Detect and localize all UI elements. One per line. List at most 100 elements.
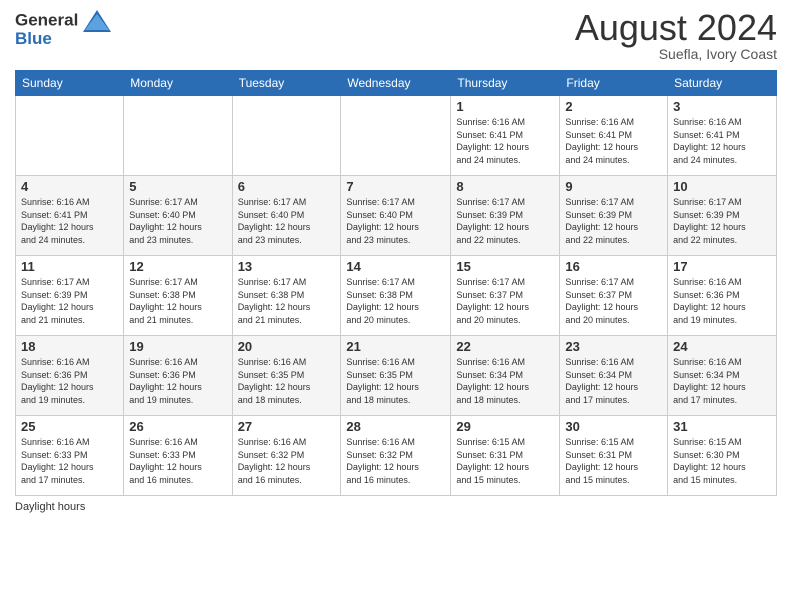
calendar-cell: 2 Sunrise: 6:16 AM Sunset: 6:41 PM Daylig… — [560, 96, 668, 176]
calendar-cell — [124, 96, 232, 176]
calendar-cell: 10Sunrise: 6:17 AM Sunset: 6:39 PM Dayli… — [668, 176, 777, 256]
day-info: Sunrise: 6:15 AM Sunset: 6:31 PM Dayligh… — [456, 436, 554, 486]
day-info: Sunrise: 6:17 AM Sunset: 6:39 PM Dayligh… — [565, 196, 662, 246]
day-number: 1 — [456, 99, 554, 114]
day-number: 21 — [346, 339, 445, 354]
day-info: Sunrise: 6:17 AM Sunset: 6:38 PM Dayligh… — [346, 276, 445, 326]
calendar-header-row: SundayMondayTuesdayWednesdayThursdayFrid… — [16, 71, 777, 96]
day-number: 4 — [21, 179, 118, 194]
day-info: Sunrise: 6:16 AM Sunset: 6:33 PM Dayligh… — [129, 436, 226, 486]
calendar-cell: 21 Sunrise: 6:16 AM Sunset: 6:35 PM Dayli… — [341, 336, 451, 416]
calendar-day-header: Wednesday — [341, 71, 451, 96]
calendar-cell: 19Sunrise: 6:16 AM Sunset: 6:36 PM Dayli… — [124, 336, 232, 416]
calendar-cell: 29Sunrise: 6:15 AM Sunset: 6:31 PM Dayli… — [451, 416, 560, 496]
calendar-cell: 17Sunrise: 6:16 AM Sunset: 6:36 PM Dayli… — [668, 256, 777, 336]
day-number: 15 — [456, 259, 554, 274]
calendar-cell: 30 Sunrise: 6:15 AM Sunset: 6:31 PM Dayli… — [560, 416, 668, 496]
day-number: 3 — [673, 99, 771, 114]
day-info: Sunrise: 6:15 AM Sunset: 6:31 PM Dayligh… — [565, 436, 662, 486]
calendar-cell: 22 Sunrise: 6:16 AM Sunset: 6:34 PM Dayli… — [451, 336, 560, 416]
day-info: Sunrise: 6:17 AM Sunset: 6:39 PM Dayligh… — [456, 196, 554, 246]
calendar-cell: 6Sunrise: 6:17 AM Sunset: 6:40 PM Daylig… — [232, 176, 341, 256]
calendar-day-header: Thursday — [451, 71, 560, 96]
day-number: 16 — [565, 259, 662, 274]
daylight-label: Daylight hours — [15, 501, 85, 513]
logo: General Blue — [15, 10, 111, 49]
calendar-cell: 5Sunrise: 6:17 AM Sunset: 6:40 PM Daylig… — [124, 176, 232, 256]
day-info: Sunrise: 6:16 AM Sunset: 6:34 PM Dayligh… — [456, 356, 554, 406]
calendar-table: SundayMondayTuesdayWednesdayThursdayFrid… — [15, 70, 777, 496]
day-number: 23 — [565, 339, 662, 354]
day-number: 24 — [673, 339, 771, 354]
day-number: 17 — [673, 259, 771, 274]
day-info: Sunrise: 6:16 AM Sunset: 6:33 PM Dayligh… — [21, 436, 118, 486]
calendar-cell — [16, 96, 124, 176]
day-info: Sunrise: 6:17 AM Sunset: 6:40 PM Dayligh… — [346, 196, 445, 246]
calendar-cell: 25 Sunrise: 6:16 AM Sunset: 6:33 PM Dayli… — [16, 416, 124, 496]
day-info: Sunrise: 6:15 AM Sunset: 6:30 PM Dayligh… — [673, 436, 771, 486]
day-info: Sunrise: 6:17 AM Sunset: 6:40 PM Dayligh… — [238, 196, 336, 246]
day-number: 18 — [21, 339, 118, 354]
calendar-day-header: Sunday — [16, 71, 124, 96]
calendar-cell: 23 Sunrise: 6:16 AM Sunset: 6:34 PM Dayli… — [560, 336, 668, 416]
calendar-day-header: Friday — [560, 71, 668, 96]
location: Suefla, Ivory Coast — [575, 46, 777, 62]
calendar-cell: 28 Sunrise: 6:16 AM Sunset: 6:32 PM Dayli… — [341, 416, 451, 496]
day-info: Sunrise: 6:16 AM Sunset: 6:41 PM Dayligh… — [456, 116, 554, 166]
calendar-cell: 12Sunrise: 6:17 AM Sunset: 6:38 PM Dayli… — [124, 256, 232, 336]
logo-icon — [83, 10, 111, 32]
logo-blue: Blue — [15, 30, 111, 49]
calendar-cell: 4 Sunrise: 6:16 AM Sunset: 6:41 PM Daylig… — [16, 176, 124, 256]
calendar-day-header: Saturday — [668, 71, 777, 96]
day-info: Sunrise: 6:16 AM Sunset: 6:35 PM Dayligh… — [238, 356, 336, 406]
day-info: Sunrise: 6:17 AM Sunset: 6:37 PM Dayligh… — [565, 276, 662, 326]
calendar-cell: 8Sunrise: 6:17 AM Sunset: 6:39 PM Daylig… — [451, 176, 560, 256]
calendar-cell: 11 Sunrise: 6:17 AM Sunset: 6:39 PM Dayli… — [16, 256, 124, 336]
day-info: Sunrise: 6:17 AM Sunset: 6:37 PM Dayligh… — [456, 276, 554, 326]
day-number: 13 — [238, 259, 336, 274]
day-number: 12 — [129, 259, 226, 274]
calendar-cell: 24Sunrise: 6:16 AM Sunset: 6:34 PM Dayli… — [668, 336, 777, 416]
day-number: 11 — [21, 259, 118, 274]
day-number: 28 — [346, 419, 445, 434]
calendar-day-header: Monday — [124, 71, 232, 96]
calendar-day-header: Tuesday — [232, 71, 341, 96]
calendar-cell: 20 Sunrise: 6:16 AM Sunset: 6:35 PM Dayli… — [232, 336, 341, 416]
day-info: Sunrise: 6:16 AM Sunset: 6:32 PM Dayligh… — [238, 436, 336, 486]
calendar-cell: 7Sunrise: 6:17 AM Sunset: 6:40 PM Daylig… — [341, 176, 451, 256]
day-number: 9 — [565, 179, 662, 194]
calendar-cell: 18 Sunrise: 6:16 AM Sunset: 6:36 PM Dayli… — [16, 336, 124, 416]
day-number: 2 — [565, 99, 662, 114]
calendar-cell — [232, 96, 341, 176]
day-info: Sunrise: 6:16 AM Sunset: 6:35 PM Dayligh… — [346, 356, 445, 406]
day-number: 22 — [456, 339, 554, 354]
day-number: 27 — [238, 419, 336, 434]
day-info: Sunrise: 6:16 AM Sunset: 6:36 PM Dayligh… — [21, 356, 118, 406]
calendar-week-row: 4 Sunrise: 6:16 AM Sunset: 6:41 PM Daylig… — [16, 176, 777, 256]
day-info: Sunrise: 6:17 AM Sunset: 6:40 PM Dayligh… — [129, 196, 226, 246]
calendar-cell: 31 Sunrise: 6:15 AM Sunset: 6:30 PM Dayli… — [668, 416, 777, 496]
month-year: August 2024 — [575, 10, 777, 46]
calendar-week-row: 18 Sunrise: 6:16 AM Sunset: 6:36 PM Dayli… — [16, 336, 777, 416]
calendar-cell: 14Sunrise: 6:17 AM Sunset: 6:38 PM Dayli… — [341, 256, 451, 336]
calendar-week-row: 11 Sunrise: 6:17 AM Sunset: 6:39 PM Dayli… — [16, 256, 777, 336]
day-number: 25 — [21, 419, 118, 434]
day-info: Sunrise: 6:16 AM Sunset: 6:34 PM Dayligh… — [565, 356, 662, 406]
day-number: 30 — [565, 419, 662, 434]
day-info: Sunrise: 6:17 AM Sunset: 6:39 PM Dayligh… — [21, 276, 118, 326]
calendar-cell: 15 Sunrise: 6:17 AM Sunset: 6:37 PM Dayli… — [451, 256, 560, 336]
logo-text: General Blue — [15, 10, 111, 49]
day-info: Sunrise: 6:17 AM Sunset: 6:38 PM Dayligh… — [238, 276, 336, 326]
calendar-cell: 27 Sunrise: 6:16 AM Sunset: 6:32 PM Dayli… — [232, 416, 341, 496]
calendar-week-row: 1 Sunrise: 6:16 AM Sunset: 6:41 PM Daylig… — [16, 96, 777, 176]
day-number: 20 — [238, 339, 336, 354]
calendar-cell — [341, 96, 451, 176]
day-info: Sunrise: 6:16 AM Sunset: 6:41 PM Dayligh… — [21, 196, 118, 246]
day-info: Sunrise: 6:16 AM Sunset: 6:41 PM Dayligh… — [565, 116, 662, 166]
day-number: 31 — [673, 419, 771, 434]
day-number: 19 — [129, 339, 226, 354]
header: General Blue August 2024 Suefla, Ivory C… — [15, 10, 777, 62]
calendar-cell: 9 Sunrise: 6:17 AM Sunset: 6:39 PM Daylig… — [560, 176, 668, 256]
day-info: Sunrise: 6:17 AM Sunset: 6:39 PM Dayligh… — [673, 196, 771, 246]
day-info: Sunrise: 6:16 AM Sunset: 6:32 PM Dayligh… — [346, 436, 445, 486]
